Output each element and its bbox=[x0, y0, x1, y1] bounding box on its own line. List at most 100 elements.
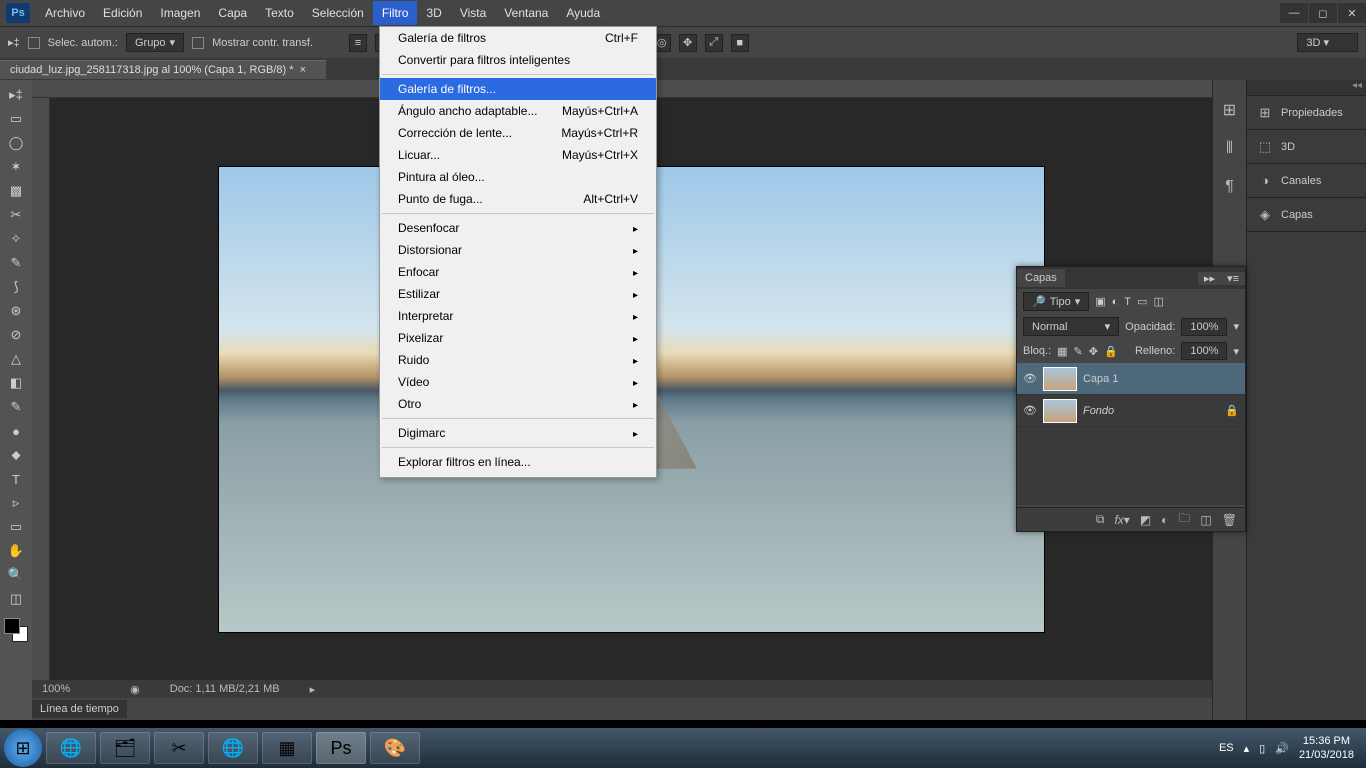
3d-mode-dropdown[interactable]: 3D ▾ bbox=[1297, 33, 1358, 52]
lock-pixels-icon[interactable]: ▦ bbox=[1057, 345, 1067, 358]
visibility-icon[interactable]: 👁 bbox=[1023, 404, 1037, 417]
menu-item[interactable]: Ruido bbox=[380, 349, 656, 371]
menu-capa[interactable]: Capa bbox=[209, 1, 256, 25]
layers-panel[interactable]: Capas ▸▸ ▾≡ 🔎 Tipo ▾ ▣ ◐ T ▭ ◫ Normal▾ O… bbox=[1016, 266, 1246, 532]
taskbar-explorer[interactable]: 🗂 bbox=[100, 732, 150, 764]
panel-capas[interactable]: ◈Capas bbox=[1247, 198, 1366, 232]
mask-icon[interactable]: ◩ bbox=[1140, 513, 1151, 527]
tray-volume-icon[interactable]: 🔊 bbox=[1275, 742, 1289, 755]
timeline-panel[interactable]: Línea de tiempo bbox=[32, 698, 1212, 720]
document-tab[interactable]: ciudad_luz.jpg_258117318.jpg al 100% (Ca… bbox=[0, 60, 326, 79]
lock-position-icon[interactable]: ✥ bbox=[1089, 345, 1098, 358]
maximize-button[interactable]: ◻ bbox=[1309, 3, 1337, 23]
link-layers-icon[interactable]: ⧉ bbox=[1096, 512, 1105, 527]
system-tray[interactable]: ES ▴ ▯ 🔊 15:36 PM 21/03/2018 bbox=[1219, 734, 1362, 762]
lang-indicator[interactable]: ES bbox=[1219, 742, 1234, 754]
menu-item[interactable]: Vídeo bbox=[380, 371, 656, 393]
group-dropdown[interactable]: Grupo ▾ bbox=[126, 33, 184, 52]
menu-item[interactable]: Otro bbox=[380, 393, 656, 415]
tool-icon[interactable]: △ bbox=[3, 348, 29, 370]
panel-propiedades[interactable]: ⊞Propiedades bbox=[1247, 96, 1366, 130]
menu-item[interactable]: Digimarc bbox=[380, 422, 656, 444]
tool-icon[interactable]: 🔍 bbox=[3, 564, 29, 586]
tool-icon[interactable]: ◧ bbox=[3, 372, 29, 394]
tool-icon[interactable]: ✎ bbox=[3, 396, 29, 418]
menu-item[interactable]: Galería de filtros... bbox=[380, 78, 656, 100]
tool-icon[interactable]: ▭ bbox=[3, 516, 29, 538]
clock[interactable]: 15:36 PM 21/03/2018 bbox=[1299, 734, 1354, 762]
opacity-flyout[interactable]: ▾ bbox=[1233, 320, 1239, 333]
align-icon[interactable]: ≡ bbox=[349, 34, 367, 52]
taskbar-snip[interactable]: ✂ bbox=[154, 732, 204, 764]
panel-3d[interactable]: ⬚3D bbox=[1247, 130, 1366, 164]
tool-icon[interactable]: ✧ bbox=[3, 228, 29, 250]
adjustment-icon[interactable]: ◐ bbox=[1161, 513, 1168, 527]
zoom-level[interactable]: 100% bbox=[42, 683, 70, 695]
menu-ayuda[interactable]: Ayuda bbox=[557, 1, 609, 25]
menu-item[interactable]: Explorar filtros en línea... bbox=[380, 451, 656, 473]
start-button[interactable]: ⊞ bbox=[4, 729, 42, 767]
menu-3d[interactable]: 3D bbox=[417, 1, 450, 25]
ruler-vertical[interactable] bbox=[32, 98, 50, 680]
lock-brush-icon[interactable]: ✎ bbox=[1074, 345, 1083, 358]
panel-icon[interactable]: ¶ bbox=[1225, 178, 1234, 196]
tool-icon[interactable]: ▸‡ bbox=[3, 84, 29, 106]
menu-item[interactable]: Punto de fuga...Alt+Ctrl+V bbox=[380, 188, 656, 210]
filter-icon[interactable]: T bbox=[1124, 296, 1131, 308]
filter-icon[interactable]: ▣ bbox=[1095, 295, 1105, 308]
new-layer-icon[interactable]: ◫ bbox=[1200, 513, 1211, 527]
menu-item[interactable]: Pixelizar bbox=[380, 327, 656, 349]
filter-icon[interactable]: ◐ bbox=[1112, 296, 1119, 308]
tool-icon[interactable]: ✂ bbox=[3, 204, 29, 226]
lock-all-icon[interactable]: 🔒 bbox=[1104, 345, 1118, 358]
color-swatches[interactable] bbox=[4, 618, 28, 642]
layer-row[interactable]: 👁Fondo🔒 bbox=[1017, 395, 1245, 427]
menu-item[interactable]: Distorsionar bbox=[380, 239, 656, 261]
taskbar-chrome[interactable]: 🌐 bbox=[46, 732, 96, 764]
layer-thumbnail[interactable] bbox=[1043, 399, 1077, 423]
menu-selección[interactable]: Selección bbox=[303, 1, 373, 25]
menu-item[interactable]: Galería de filtrosCtrl+F bbox=[380, 27, 656, 49]
menu-item[interactable]: Desenfocar bbox=[380, 217, 656, 239]
menu-item[interactable]: Estilizar bbox=[380, 283, 656, 305]
blend-mode-dropdown[interactable]: Normal▾ bbox=[1023, 317, 1119, 336]
tray-up-icon[interactable]: ▴ bbox=[1244, 742, 1250, 755]
menu-item[interactable]: Convertir para filtros inteligentes bbox=[380, 49, 656, 71]
taskbar-photoshop[interactable]: Ps bbox=[316, 732, 366, 764]
kind-filter[interactable]: 🔎 Tipo ▾ bbox=[1023, 292, 1089, 311]
close-button[interactable]: ✕ bbox=[1338, 3, 1366, 23]
panel-icon[interactable]: ⫴ bbox=[1226, 140, 1233, 158]
timeline-tab[interactable]: Línea de tiempo bbox=[32, 700, 127, 718]
minimize-button[interactable]: — bbox=[1280, 3, 1308, 23]
filter-menu-dropdown[interactable]: Galería de filtrosCtrl+FConvertir para f… bbox=[379, 26, 657, 478]
menu-item[interactable]: Licuar...Mayús+Ctrl+X bbox=[380, 144, 656, 166]
menu-archivo[interactable]: Archivo bbox=[36, 1, 94, 25]
menu-edición[interactable]: Edición bbox=[94, 1, 151, 25]
tray-flag-icon[interactable]: ▯ bbox=[1259, 742, 1265, 755]
tool-icon[interactable]: ✎ bbox=[3, 252, 29, 274]
tool-icon[interactable]: ● bbox=[3, 420, 29, 442]
3d-icon[interactable]: ■ bbox=[731, 34, 749, 52]
fx-icon[interactable]: fx▾ bbox=[1114, 513, 1129, 527]
tool-icon[interactable]: ✶ bbox=[3, 156, 29, 178]
layer-row[interactable]: 👁Capa 1 bbox=[1017, 363, 1245, 395]
menu-item[interactable]: Ángulo ancho adaptable...Mayús+Ctrl+A bbox=[380, 100, 656, 122]
menu-imagen[interactable]: Imagen bbox=[151, 1, 209, 25]
layer-thumbnail[interactable] bbox=[1043, 367, 1077, 391]
menu-texto[interactable]: Texto bbox=[256, 1, 303, 25]
tool-icon[interactable]: ▩ bbox=[3, 180, 29, 202]
layers-tab[interactable]: Capas bbox=[1017, 269, 1065, 287]
taskbar-paint[interactable]: 🎨 bbox=[370, 732, 420, 764]
folder-icon[interactable]: 🗀 bbox=[1178, 509, 1190, 530]
taskbar[interactable]: ⊞ 🌐 🗂 ✂ 🌐 ▦ Ps 🎨 ES ▴ ▯ 🔊 15:36 PM 21/03… bbox=[0, 728, 1366, 768]
fill-input[interactable]: 100% bbox=[1181, 342, 1227, 360]
tool-icon[interactable]: ▹ bbox=[3, 492, 29, 514]
tool-icon[interactable]: ⊛ bbox=[3, 300, 29, 322]
tool-icon[interactable]: T bbox=[3, 468, 29, 490]
panel-collapse-icon[interactable]: ▸▸ bbox=[1198, 272, 1221, 285]
menu-vista[interactable]: Vista bbox=[451, 1, 495, 25]
filter-icon[interactable]: ◫ bbox=[1153, 295, 1163, 308]
tool-icon[interactable]: ⬥ bbox=[3, 444, 29, 466]
filter-icon[interactable]: ▭ bbox=[1137, 295, 1147, 308]
opacity-input[interactable]: 100% bbox=[1181, 318, 1227, 336]
